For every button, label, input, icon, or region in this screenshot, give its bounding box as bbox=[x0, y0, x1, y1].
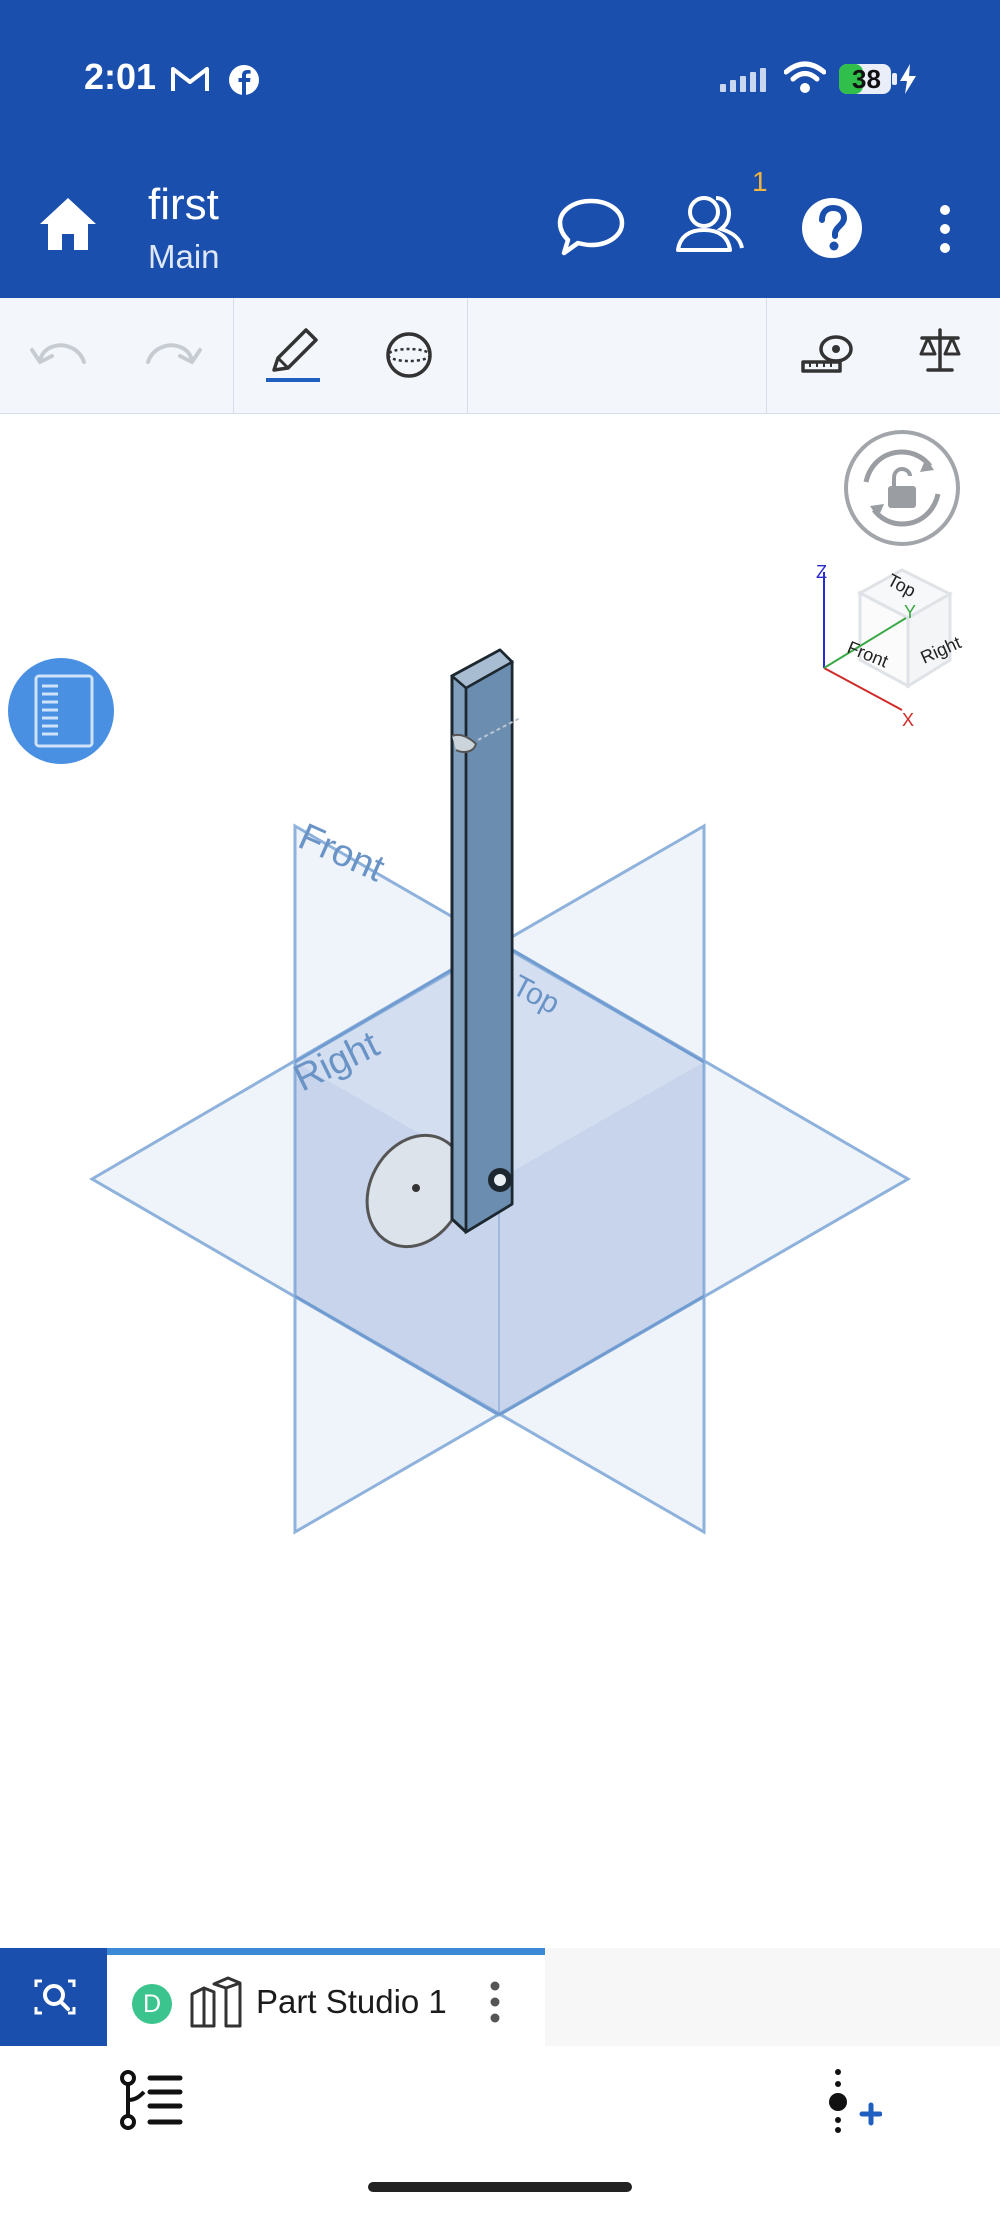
feature-tree-icon[interactable] bbox=[118, 2070, 184, 2130]
sphere-icon[interactable] bbox=[384, 330, 434, 380]
sketch-pencil-icon[interactable] bbox=[264, 326, 322, 384]
bar-part[interactable] bbox=[449, 648, 521, 1235]
status-time: 2:01 bbox=[84, 56, 157, 97]
tab-more-icon[interactable] bbox=[488, 1980, 502, 2024]
tab-type-badge: D bbox=[132, 1984, 172, 2024]
home-indicator[interactable] bbox=[368, 2182, 632, 2192]
model-scene[interactable]: Front Right Top bbox=[0, 414, 1000, 1948]
active-tab-indicator bbox=[107, 1948, 545, 1955]
workspace-name[interactable]: Main bbox=[148, 238, 220, 276]
redo-icon[interactable] bbox=[146, 336, 202, 370]
users-icon[interactable] bbox=[674, 190, 746, 254]
charging-icon bbox=[900, 64, 916, 94]
document-title[interactable]: first bbox=[148, 180, 219, 230]
toolbar-divider bbox=[233, 298, 234, 413]
signal-icon bbox=[720, 68, 766, 92]
part-studio-icon bbox=[190, 1976, 242, 2028]
toolbar-divider bbox=[766, 298, 767, 413]
comment-icon[interactable] bbox=[556, 196, 626, 258]
search-icon[interactable] bbox=[32, 1975, 78, 2019]
facebook-icon bbox=[229, 65, 259, 95]
measure-tape-icon[interactable] bbox=[800, 334, 854, 374]
home-icon[interactable] bbox=[38, 196, 98, 252]
toolbar-divider bbox=[467, 298, 468, 413]
tab-label: Part Studio 1 bbox=[256, 1983, 447, 2020]
battery-level: 38 bbox=[852, 64, 881, 94]
insert-feature-icon[interactable] bbox=[826, 2068, 882, 2134]
collaborator-count: 1 bbox=[752, 166, 768, 197]
help-icon[interactable] bbox=[800, 196, 864, 260]
gmail-icon bbox=[171, 67, 209, 91]
mass-properties-icon[interactable] bbox=[918, 328, 962, 374]
more-vertical-icon[interactable] bbox=[936, 204, 954, 254]
undo-icon[interactable] bbox=[30, 336, 86, 370]
wifi-icon bbox=[784, 61, 826, 93]
